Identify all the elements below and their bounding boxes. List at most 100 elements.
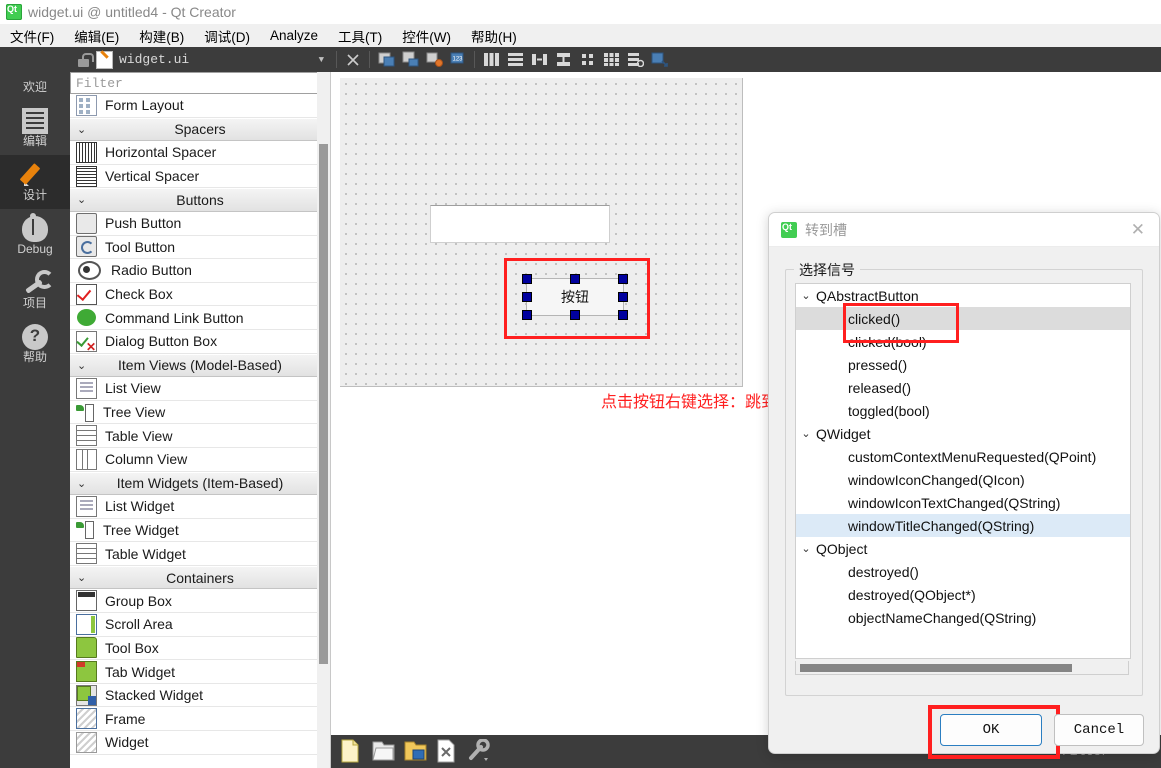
widget-item-tree-view[interactable]: Tree View bbox=[70, 401, 330, 425]
form-canvas[interactable]: 按钮 bbox=[340, 78, 743, 387]
signal-tree-node-qwidget[interactable]: ⌄ QWidget bbox=[796, 422, 1130, 445]
widget-category-item-views-model-based[interactable]: ⌄ Item Views (Model-Based) bbox=[70, 353, 330, 378]
widget-box-scrollbar[interactable] bbox=[317, 72, 330, 768]
line-edit-widget[interactable] bbox=[430, 205, 610, 243]
chevron-down-icon[interactable]: ⌄ bbox=[796, 542, 816, 555]
adjust-size-icon[interactable] bbox=[648, 49, 670, 71]
layout-horizontally-icon[interactable] bbox=[480, 49, 502, 71]
widget-box-scrollbar-thumb[interactable] bbox=[319, 144, 328, 664]
menu-item-3[interactable]: 构建(B) bbox=[129, 24, 194, 48]
widget-item-stacked-widget[interactable]: Stacked Widget bbox=[70, 684, 330, 708]
ok-button[interactable]: OK bbox=[940, 714, 1042, 746]
resize-handle-s[interactable] bbox=[570, 310, 580, 320]
widget-item-widget[interactable]: Widget bbox=[70, 731, 330, 755]
chevron-down-icon[interactable]: ⌄ bbox=[77, 571, 86, 584]
chevron-down-icon[interactable]: ⌄ bbox=[77, 123, 86, 136]
widget-item-tab-widget[interactable]: Tab Widget bbox=[70, 660, 330, 684]
signal-tree-node-released[interactable]: released() bbox=[796, 376, 1130, 399]
edit-signals-slots-icon[interactable] bbox=[423, 49, 445, 71]
signal-tree-hscrollbar-thumb[interactable] bbox=[800, 664, 1072, 672]
widget-item-form-layout[interactable]: Form Layout bbox=[70, 94, 330, 118]
signal-tree-node-destroyed[interactable]: destroyed() bbox=[796, 560, 1130, 583]
widget-item-command-link-button[interactable]: Command Link Button bbox=[70, 306, 330, 330]
signal-tree[interactable]: ⌄ QAbstractButton clicked() clicked(bool) pr… bbox=[795, 283, 1131, 659]
layout-splitter-vertical-icon[interactable] bbox=[552, 49, 574, 71]
open-file-combobox[interactable]: widget.ui ▼ bbox=[70, 47, 332, 72]
widget-item-list-view[interactable]: List View bbox=[70, 377, 330, 401]
mode-button-帮助[interactable]: ? 帮助 bbox=[0, 317, 70, 371]
resize-handle-e[interactable] bbox=[618, 292, 628, 302]
unlock-icon[interactable] bbox=[78, 52, 94, 67]
menu-item-7[interactable]: 控件(W) bbox=[392, 24, 461, 48]
signal-tree-node-windowiconchanged-qicon[interactable]: windowIconChanged(QIcon) bbox=[796, 468, 1130, 491]
close-icon[interactable]: ✕ bbox=[1131, 221, 1145, 238]
widget-category-item-widgets-item-based[interactable]: ⌄ Item Widgets (Item-Based) bbox=[70, 471, 330, 496]
widget-box-filter-input[interactable]: Filter bbox=[70, 72, 328, 94]
signal-tree-node-objectnamechanged-qstring[interactable]: objectNameChanged(QString) bbox=[796, 606, 1130, 629]
widget-item-group-box[interactable]: Group Box bbox=[70, 589, 330, 614]
chevron-down-icon[interactable]: ⌄ bbox=[77, 359, 86, 372]
signal-tree-hscrollbar[interactable] bbox=[795, 661, 1129, 675]
edit-tab-order-icon[interactable]: 123 bbox=[447, 49, 469, 71]
resize-handle-se[interactable] bbox=[618, 310, 628, 320]
layout-form-icon[interactable] bbox=[576, 49, 598, 71]
widget-item-horizontal-spacer[interactable]: Horizontal Spacer bbox=[70, 141, 330, 165]
signal-tree-node-windowtitlechanged-qstring[interactable]: windowTitleChanged(QString) bbox=[796, 514, 1130, 537]
cancel-button[interactable]: Cancel bbox=[1054, 714, 1144, 746]
widget-item-table-view[interactable]: Table View bbox=[70, 424, 330, 448]
widget-category-buttons[interactable]: ⌄ Buttons bbox=[70, 188, 330, 212]
menu-item-4[interactable]: 调试(D) bbox=[194, 24, 260, 48]
build-settings-icon[interactable] bbox=[467, 737, 493, 765]
widget-item-vertical-spacer[interactable]: Vertical Spacer bbox=[70, 165, 330, 189]
widget-item-tool-box[interactable]: Tool Box bbox=[70, 637, 330, 661]
menu-item-1[interactable]: 文件(F) bbox=[0, 24, 64, 48]
menu-item-2[interactable]: 编辑(E) bbox=[64, 24, 129, 48]
signal-tree-node-windowicontextchanged-qstring[interactable]: windowIconTextChanged(QString) bbox=[796, 491, 1130, 514]
widget-item-tree-widget[interactable]: Tree Widget bbox=[70, 519, 330, 543]
open-file-icon[interactable] bbox=[371, 739, 397, 765]
menu-item-8[interactable]: 帮助(H) bbox=[461, 24, 527, 48]
widget-item-radio-button[interactable]: Radio Button bbox=[70, 259, 330, 283]
signal-tree-node-customcontextmenurequested-qpoint[interactable]: customContextMenuRequested(QPoint) bbox=[796, 445, 1130, 468]
mode-button-欢迎[interactable]: 欢迎 bbox=[0, 47, 70, 101]
widget-item-dialog-button-box[interactable]: Dialog Button Box bbox=[70, 330, 330, 354]
new-file-icon[interactable] bbox=[339, 739, 365, 765]
widget-item-column-view[interactable]: Column View bbox=[70, 448, 330, 472]
resize-handle-n[interactable] bbox=[570, 274, 580, 284]
signal-tree-node-qabstractbutton[interactable]: ⌄ QAbstractButton bbox=[796, 284, 1130, 307]
split-vertical-icon[interactable] bbox=[399, 49, 421, 71]
layout-splitter-horizontal-icon[interactable] bbox=[528, 49, 550, 71]
layout-vertically-icon[interactable] bbox=[504, 49, 526, 71]
widget-item-check-box[interactable]: Check Box bbox=[70, 283, 330, 307]
break-layout-icon[interactable] bbox=[624, 49, 646, 71]
chevron-down-icon[interactable]: ⌄ bbox=[77, 193, 86, 206]
chevron-down-icon[interactable]: ⌄ bbox=[796, 427, 816, 440]
resize-handle-ne[interactable] bbox=[618, 274, 628, 284]
widget-item-push-button[interactable]: Push Button bbox=[70, 212, 330, 236]
widget-item-tool-button[interactable]: Tool Button bbox=[70, 236, 330, 260]
menu-item-6[interactable]: 工具(T) bbox=[328, 24, 392, 48]
close-file-icon[interactable] bbox=[435, 739, 461, 765]
layout-grid-icon[interactable] bbox=[600, 49, 622, 71]
chevron-down-icon[interactable]: ▼ bbox=[319, 55, 324, 65]
widget-item-table-widget[interactable]: Table Widget bbox=[70, 542, 330, 566]
widget-category-containers[interactable]: ⌄ Containers bbox=[70, 565, 330, 590]
widget-category-spacers[interactable]: ⌄ Spacers bbox=[70, 117, 330, 142]
resize-handle-nw[interactable] bbox=[522, 274, 532, 284]
mode-button-设计[interactable]: 设计 bbox=[0, 155, 70, 209]
mode-button-编辑[interactable]: 编辑 bbox=[0, 101, 70, 155]
chevron-down-icon[interactable]: ⌄ bbox=[77, 477, 86, 490]
save-all-icon[interactable] bbox=[403, 739, 429, 765]
resize-handle-w[interactable] bbox=[522, 292, 532, 302]
menu-item-5[interactable]: Analyze bbox=[260, 26, 328, 45]
signal-tree-node-qobject[interactable]: ⌄ QObject bbox=[796, 537, 1130, 560]
mode-button-Debug[interactable]: Debug bbox=[0, 209, 70, 263]
mode-button-项目[interactable]: 项目 bbox=[0, 263, 70, 317]
widget-item-list-widget[interactable]: List Widget bbox=[70, 495, 330, 519]
signal-tree-node-clicked[interactable]: clicked() bbox=[796, 307, 1130, 330]
signal-tree-node-destroyed-qobject[interactable]: destroyed(QObject*) bbox=[796, 583, 1130, 606]
signal-tree-node-clicked-bool[interactable]: clicked(bool) bbox=[796, 330, 1130, 353]
split-horizontal-icon[interactable] bbox=[375, 49, 397, 71]
signal-tree-node-pressed[interactable]: pressed() bbox=[796, 353, 1130, 376]
chevron-down-icon[interactable]: ⌄ bbox=[796, 289, 816, 302]
